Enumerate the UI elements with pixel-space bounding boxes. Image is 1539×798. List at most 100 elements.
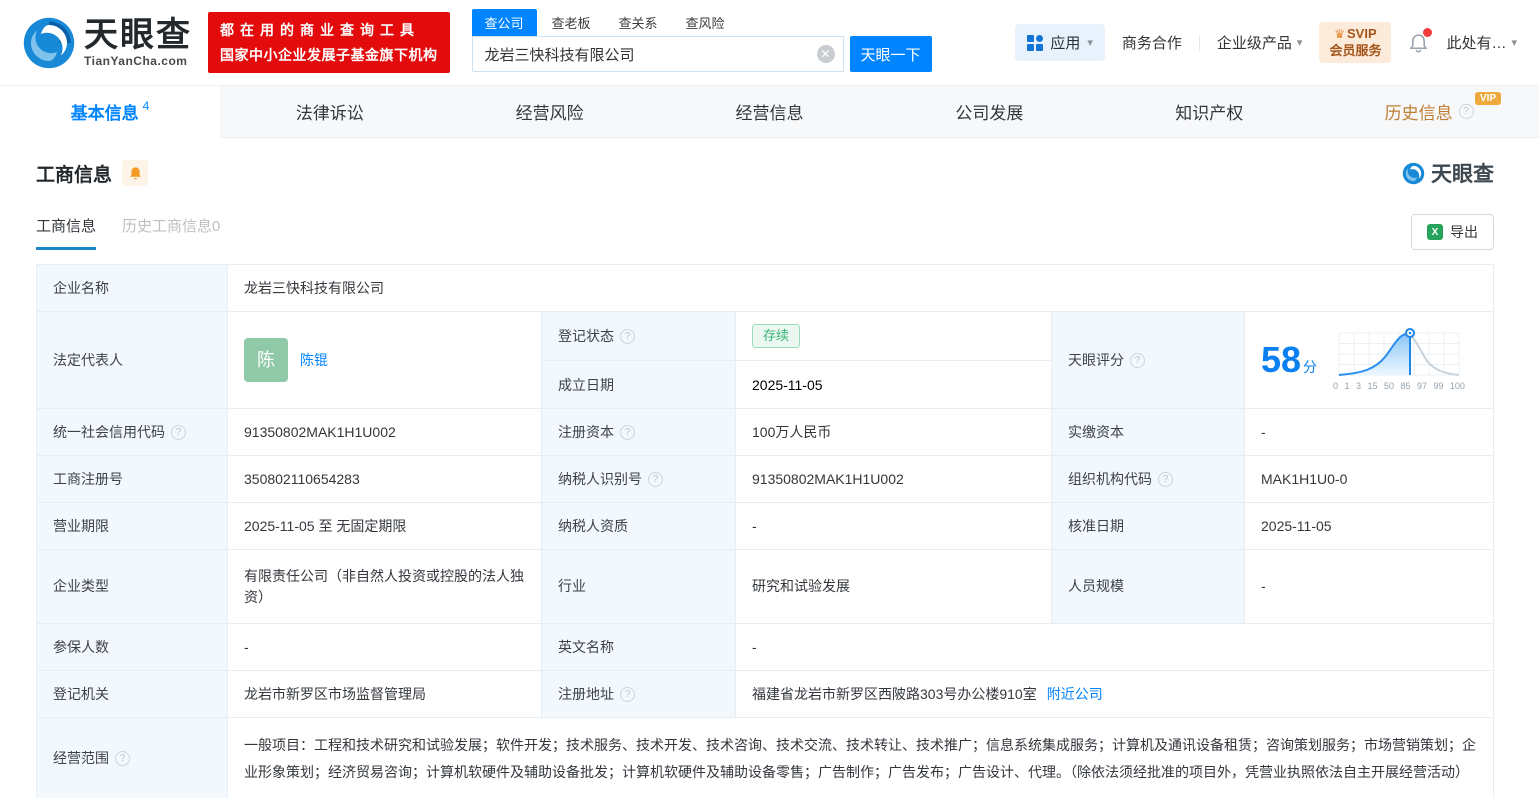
search-tab-risk[interactable]: 查风险 (673, 9, 738, 36)
reg-authority-value: 龙岩市新罗区市场监督管理局 (228, 671, 542, 719)
company-nav-tabs: 基本信息 4 法律诉讼 经营风险 经营信息 公司发展 知识产权 VIP 历史信息… (0, 85, 1539, 138)
approval-date-value: 2025-11-05 (1245, 503, 1493, 551)
staff-size-label: 人员规模 (1052, 550, 1245, 625)
tab-company-development-label: 公司发展 (955, 104, 1024, 123)
monitor-bell-icon[interactable] (122, 160, 149, 186)
reg-number-value: 350802110654283 (228, 456, 542, 504)
score-value: 58 分 0 1 3 15 50 85 97 99 100 (1245, 312, 1493, 410)
tab-legal-litigation[interactable]: 法律诉讼 (220, 86, 440, 137)
score-curve-chart[interactable]: 01 3 15 50 85 97 99 100 (1333, 327, 1465, 394)
score-number: 58 (1261, 339, 1302, 381)
paid-capital-label: 实缴资本 (1052, 409, 1245, 457)
help-icon[interactable]: ? (1158, 471, 1173, 487)
subtab-business-info[interactable]: 工商信息 (36, 215, 97, 250)
tab-operation-info-label: 经营信息 (735, 104, 804, 123)
help-icon[interactable]: ? (171, 424, 186, 440)
status-label: 登记状态? (542, 312, 736, 362)
reg-number-label: 工商注册号 (37, 456, 228, 504)
insured-count-label: 参保人数 (37, 624, 228, 672)
vip-badge: VIP (1475, 92, 1502, 105)
nearby-companies-link[interactable]: 附近公司 (1047, 684, 1103, 705)
credit-code-value: 91350802MAK1H1U002 (228, 409, 542, 457)
export-label: 导出 (1450, 224, 1478, 240)
help-icon[interactable]: ? (1130, 352, 1145, 368)
tianyancha-watermark: 天眼查 (1402, 158, 1494, 188)
search-tab-company[interactable]: 查公司 (471, 9, 537, 36)
business-term-value: 2025-11-05 至 无固定期限 (228, 503, 542, 551)
company-type-value: 有限责任公司（非自然人投资或控股的法人独资） (228, 550, 542, 625)
tab-intellectual-property-label: 知识产权 (1175, 104, 1244, 123)
help-icon[interactable]: ? (648, 471, 663, 487)
header: 天眼查 TianYanCha.com 都在用的商业查询工具 国家中小企业发展子基… (0, 0, 1539, 85)
chevron-down-icon: ▾ (1296, 37, 1303, 49)
industry-label: 行业 (542, 550, 736, 625)
help-icon[interactable]: ? (1458, 104, 1474, 119)
insured-count-value: - (228, 624, 542, 672)
search-tab-relation[interactable]: 查关系 (606, 9, 671, 36)
apps-grid-icon (1027, 34, 1044, 51)
status-badge: 存续 (752, 324, 801, 349)
tab-basic-info[interactable]: 基本信息 4 (0, 86, 220, 138)
search-block: 查公司 查老板 查关系 查风险 ✕ 天眼一下 (471, 9, 932, 72)
nav-enterprise-products[interactable]: 企业级产品 ▾ (1217, 32, 1303, 53)
user-account-menu[interactable]: 此处有… ▾ (1446, 32, 1517, 53)
company-type-label: 企业类型 (37, 550, 228, 625)
section-header: 工商信息 天眼查 (36, 158, 1494, 188)
help-icon[interactable]: ? (620, 424, 635, 440)
subtab-history-business-info[interactable]: 历史工商信息0 (122, 215, 220, 250)
score-axis-ticks: 01 3 15 50 85 97 99 100 (1333, 380, 1465, 391)
established-value: 2025-11-05 (752, 376, 823, 393)
chevron-down-icon: ▾ (1511, 37, 1517, 49)
taxpayer-quality-label: 纳税人资质 (542, 503, 736, 551)
reg-capital-value: 100万人民币 (736, 409, 1052, 457)
search-button[interactable]: 天眼一下 (849, 36, 932, 72)
legal-rep-label: 法定代表人 (37, 312, 228, 410)
tab-history-info[interactable]: VIP 历史信息 ? (1319, 86, 1539, 137)
business-info-table: 企业名称 龙岩三快科技有限公司 法定代表人 陈 陈锟 登记状态? 存续 成立日期… (36, 264, 1494, 798)
tab-basic-info-label: 基本信息 (70, 104, 139, 123)
help-icon[interactable]: ? (115, 750, 130, 766)
help-icon[interactable]: ? (620, 328, 635, 344)
search-input[interactable] (471, 36, 844, 72)
taxpayer-id-label: 纳税人识别号? (542, 456, 736, 504)
clear-search-icon[interactable]: ✕ (816, 45, 835, 63)
watermark-logo-icon (1402, 162, 1425, 184)
search-input-wrap: ✕ (471, 36, 844, 72)
tab-operation-info[interactable]: 经营信息 (660, 86, 880, 137)
user-account-label: 此处有… (1446, 35, 1507, 52)
legal-rep-name-link[interactable]: 陈锟 (300, 350, 328, 371)
svip-member-badge[interactable]: ♛ SVIP 会员服务 (1319, 22, 1392, 63)
reg-authority-label: 登记机关 (37, 671, 228, 719)
tianyancha-logo[interactable]: 天眼查 TianYanCha.com (22, 16, 192, 70)
score-unit: 分 (1303, 359, 1318, 376)
business-term-label: 营业期限 (37, 503, 228, 551)
taxpayer-quality-value: - (736, 503, 1052, 551)
tab-intellectual-property[interactable]: 知识产权 (1099, 86, 1319, 137)
logo-name: 天眼查 (84, 16, 192, 54)
tab-company-development[interactable]: 公司发展 (879, 86, 1099, 137)
logo-domain: TianYanCha.com (84, 54, 188, 68)
tab-history-info-label: 历史信息 (1384, 104, 1453, 123)
chevron-down-icon: ▾ (1087, 37, 1093, 49)
industry-value: 研究和试验发展 (736, 550, 1052, 625)
tab-operation-risk[interactable]: 经营风险 (440, 86, 660, 137)
search-tab-boss[interactable]: 查老板 (539, 9, 604, 36)
divider (1198, 34, 1200, 51)
apps-label: 应用 (1050, 35, 1081, 52)
score-label: 天眼评分? (1052, 312, 1245, 410)
tab-operation-risk-label: 经营风险 (515, 104, 584, 123)
help-icon[interactable]: ? (620, 686, 635, 702)
crown-icon: ♛ (1334, 27, 1346, 42)
apps-menu-button[interactable]: 应用 ▾ (1015, 24, 1105, 61)
org-code-value: MAK1H1U0-0 (1245, 456, 1493, 504)
staff-size-value: - (1245, 550, 1493, 625)
enterprise-label: 企业级产品 (1216, 35, 1292, 52)
notification-bell-icon[interactable] (1408, 27, 1433, 54)
status-value: 存续 (736, 312, 1051, 362)
legal-rep-avatar[interactable]: 陈 (244, 338, 288, 383)
nav-business-cooperation[interactable]: 商务合作 (1122, 32, 1182, 53)
approval-date-label: 核准日期 (1052, 503, 1245, 551)
promo-line2: 国家中小企业发展子基金旗下机构 (220, 47, 438, 63)
export-button[interactable]: X 导出 (1411, 214, 1494, 250)
search-tabs: 查公司 查老板 查关系 查风险 (471, 9, 932, 36)
